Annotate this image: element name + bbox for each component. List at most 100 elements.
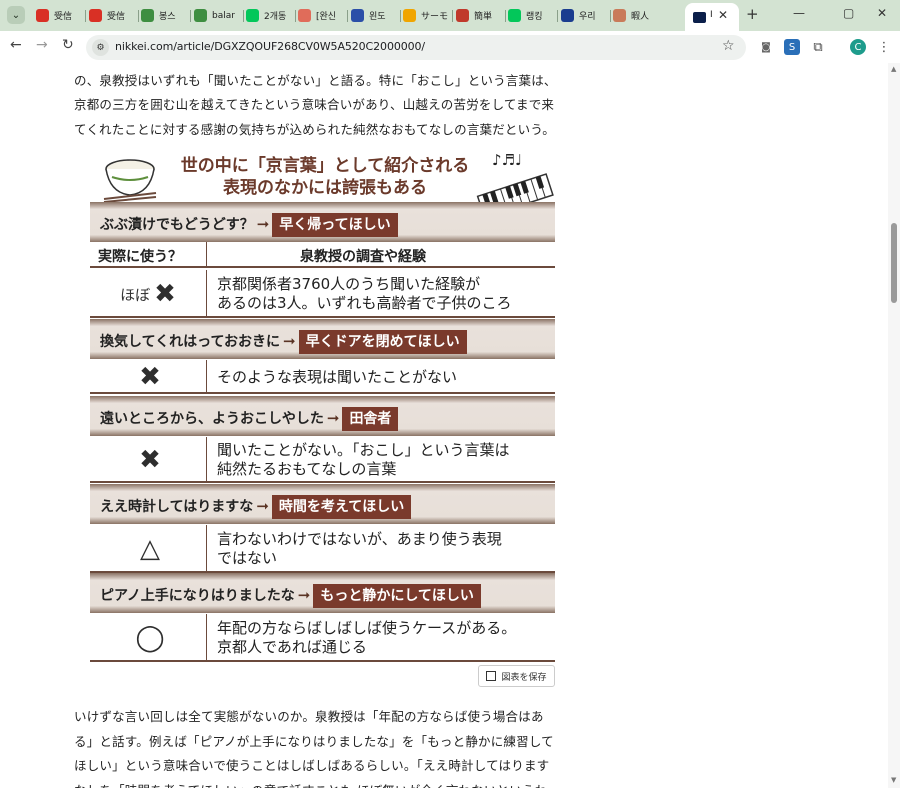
close-window-button[interactable]: ✕	[877, 6, 887, 20]
figure-title-line2: 表現のなかには誇張もある	[223, 178, 427, 198]
phrase-band: ぶぶ漬けでもどうどす？ ➞ 早く帰ってほしい	[90, 202, 555, 242]
phrase-band: 遠いところから、ようおこしやした ➞ 田舎者	[90, 396, 555, 436]
tab-label: 2개동	[264, 12, 287, 22]
tab-8[interactable]: サーモ	[403, 6, 449, 25]
browser-chrome: ⌄ 受信 受信 봉스 balar 2개동 [완신 왼도 サーモ 簡単 랭킹 우리 暇人 I ✕ + —…	[0, 0, 900, 63]
site-info-icon[interactable]: ⚙	[92, 39, 109, 56]
camera-icon[interactable]: ◙	[758, 39, 774, 55]
phrase-band: ええ時計してはりますな ➞ 時間を考えてほしい	[90, 484, 555, 524]
n-icon	[508, 9, 521, 22]
tab-1[interactable]: 受信	[36, 6, 82, 25]
r-icon	[403, 9, 416, 22]
tab-9[interactable]: 簡単	[456, 6, 502, 25]
forward-button[interactable]: →	[36, 37, 48, 53]
meaning-badge: もっと静かにしてほしい	[313, 584, 481, 608]
tab-label: 受信	[107, 12, 126, 22]
page-content: の、泉教授はいずれも「聞いたことがない」と語る。特に「おこし」という言葉は、 京…	[0, 63, 888, 788]
phrase-text: 遠いところから、ようおこしやした	[100, 411, 324, 427]
cross-mark-icon: ✖	[139, 362, 161, 392]
close-tab-icon[interactable]: ✕	[718, 8, 728, 22]
t-circle-icon	[298, 9, 311, 22]
tab-strip: ⌄ 受信 受信 봉스 balar 2개동 [완신 왼도 サーモ 簡単 랭킹 우리 暇人 I ✕ + —…	[0, 0, 900, 31]
tab-search-button[interactable]: ⌄	[7, 6, 25, 24]
tab-6[interactable]: [완신	[298, 6, 344, 25]
reload-button[interactable]: ↻	[62, 37, 74, 53]
tab-separator	[85, 10, 86, 22]
save-figure-button[interactable]: 図表を保存	[478, 665, 555, 687]
kyo-kotoba-figure: 世の中に「京言葉」として紹介される 表現のなかには誇張もある ♪♬♩ ぶぶ漬けで…	[90, 151, 555, 671]
tab-7[interactable]: 왼도	[351, 6, 397, 25]
phrase-text: 換気してくれはっておおきに	[100, 334, 281, 350]
table-row: ◯ 年配の方ならばしばしば使うケースがある。 京都人であれば通じる	[90, 614, 555, 662]
phrase-band: ピアノ上手になりはりましたな ➞ もっと静かにしてほしい	[90, 573, 555, 613]
table-row: ✖ 聞いたことがない。「おこし」という言葉は 純然たるおもてなしの言葉	[90, 437, 555, 483]
tab-separator	[347, 10, 348, 22]
tab-separator	[243, 10, 244, 22]
paragraph-line: いけずな言い回しは全て実態がないのか。泉教授は「年配の方ならば使う場合はあ	[74, 709, 544, 724]
scroll-down-icon[interactable]: ▼	[891, 776, 896, 784]
comment-line: ではない	[217, 549, 278, 567]
tab-label: 왼도	[369, 12, 386, 22]
cross-mark-icon: ✖	[139, 445, 161, 475]
meaning-badge: 早く帰ってほしい	[272, 213, 398, 237]
paragraph-line: なしを「時間を考えてほしい」の意で話すことも ほぼ無いが全く言わないというわ	[74, 779, 574, 788]
naver-icon	[246, 9, 259, 22]
tab-10[interactable]: 랭킹	[508, 6, 554, 25]
address-bar[interactable]: ⚙ nikkei.com/article/DGXZQOUF268CV0W5A52…	[86, 35, 746, 60]
music-notes-icon: ♪♬♩	[492, 151, 523, 169]
nikkei-icon	[693, 12, 706, 23]
tab-separator	[610, 10, 611, 22]
extension-s-icon[interactable]: S	[784, 39, 800, 55]
gmail-icon	[36, 9, 49, 22]
comment-line: 聞いたことがない。「おこし」という言葉は	[217, 441, 510, 459]
tab-4[interactable]: balar	[194, 6, 240, 25]
tab-separator	[557, 10, 558, 22]
tab-label: 受信	[54, 12, 73, 22]
usage-prefix: ほぼ	[120, 285, 151, 304]
tab-separator	[505, 10, 506, 22]
active-tab-label: I	[710, 10, 713, 20]
tab-separator	[138, 10, 139, 22]
t-icon	[141, 9, 154, 22]
tab-label: 暇人	[631, 12, 650, 22]
tab-active[interactable]: I	[685, 3, 739, 31]
paragraph-line: ほしい」という意味合いで使うことはしばしばあるらしい。「ええ時計してはります	[74, 758, 550, 773]
scroll-up-icon[interactable]: ▲	[891, 65, 896, 73]
comment-line: あるのは3人。いずれも高齢者で子供のころ	[217, 294, 512, 312]
circle-mark-icon: ◯	[135, 623, 165, 653]
tab-separator	[400, 10, 401, 22]
divider	[206, 270, 207, 316]
tab-11[interactable]: 우리	[561, 6, 607, 25]
menu-kebab-icon[interactable]: ⋮	[876, 39, 892, 55]
page-scrollbar[interactable]: ▲ ▼	[888, 63, 900, 788]
tab-12[interactable]: 暇人	[613, 6, 659, 25]
maximize-button[interactable]: ▢	[843, 6, 854, 20]
comment-line: 京都人であれば通じる	[217, 638, 367, 656]
table-header: 実際に使う？ 泉教授の調査や経験	[90, 242, 555, 268]
extensions-puzzle-icon[interactable]: ⧉	[810, 39, 826, 55]
bar-chart-icon	[486, 671, 497, 681]
new-tab-button[interactable]: +	[746, 5, 759, 23]
save-figure-label: 図表を保存	[501, 672, 547, 683]
tab-3[interactable]: 봉스	[141, 6, 187, 25]
usage-mark: ほぼ ✖	[90, 270, 206, 318]
tab-5[interactable]: 2개동	[246, 6, 292, 25]
phrase-band: 換気してくれはっておおきに ➞ 早くドアを閉めてほしい	[90, 319, 555, 359]
url-text: nikkei.com/article/DGXZQOUF268CV0W5A520C…	[115, 40, 426, 53]
divider	[206, 437, 207, 481]
arrow-right-icon: ➞	[256, 497, 269, 515]
scrollbar-thumb[interactable]	[891, 223, 897, 303]
usage-mark: ◯	[90, 614, 206, 662]
profile-avatar[interactable]: C	[850, 39, 866, 55]
bookmark-star-icon[interactable]: ☆	[722, 38, 735, 54]
back-button[interactable]: ←	[10, 37, 22, 53]
chevron-down-icon: ⌄	[11, 9, 21, 21]
tab-label: [완신	[316, 12, 337, 22]
minimize-button[interactable]: —	[793, 6, 805, 20]
tab-2[interactable]: 受信	[89, 6, 135, 25]
arrow-right-icon: ➞	[283, 332, 296, 350]
paragraph-line: てくれたことに対する感謝の気持ちが込められた純然なおもてなしの言葉だという。	[74, 122, 555, 137]
paragraph-line: の、泉教授はいずれも「聞いたことがない」と語る。特に「おこし」という言葉は、	[74, 73, 557, 88]
header-survey: 泉教授の調査や経験	[300, 249, 426, 265]
face-icon	[613, 9, 626, 22]
